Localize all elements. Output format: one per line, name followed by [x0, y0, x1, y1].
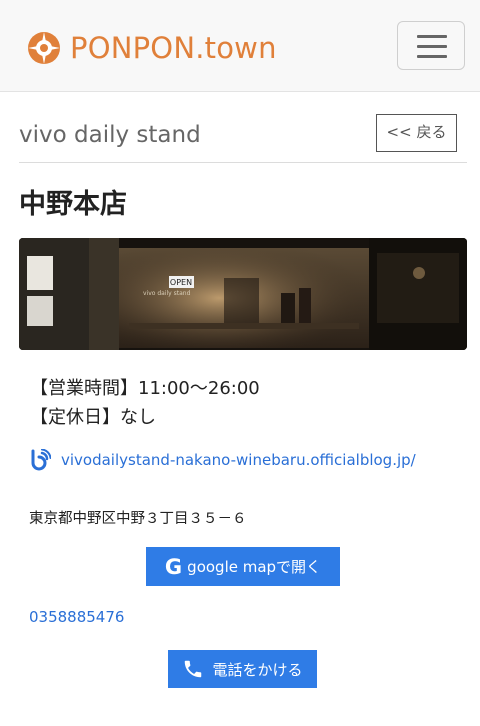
hamburger-icon	[417, 35, 447, 38]
branch-title: 中野本店	[19, 189, 127, 220]
brand-name: PONPON.town	[70, 31, 277, 65]
storefront-photo: OPEN vivo daily stand	[19, 238, 467, 350]
call-button-label: 電話をかける	[212, 660, 303, 679]
google-map-button[interactable]: G google mapで開く	[146, 547, 340, 586]
phone-number-link[interactable]: 0358885476	[29, 608, 124, 626]
blog-link[interactable]: vivodailystand-nakano-winebaru.officialb…	[61, 451, 416, 469]
closed-days: 【定休日】なし	[30, 407, 156, 428]
business-hours-block: 【営業時間】11:00〜26:00 【定休日】なし	[30, 374, 260, 432]
top-navbar: PONPON.town	[0, 0, 480, 92]
ponpon-logo-icon	[28, 32, 60, 64]
window-text: vivo daily stand	[143, 290, 191, 297]
blog-icon	[31, 449, 51, 471]
call-button[interactable]: 電話をかける	[168, 650, 317, 688]
google-map-button-label: google mapで開く	[187, 558, 322, 576]
shop-name: vivo daily stand	[19, 122, 201, 148]
divider	[19, 162, 467, 163]
address: 東京都中野区中野３丁目３５－６	[29, 511, 247, 527]
phone-icon	[185, 660, 202, 678]
blog-link-row[interactable]: vivodailystand-nakano-winebaru.officialb…	[29, 449, 416, 471]
business-hours: 【営業時間】11:00〜26:00	[30, 378, 260, 399]
hamburger-menu-button[interactable]	[397, 21, 465, 70]
google-g-icon: G	[164, 554, 183, 579]
back-button[interactable]: << 戻る	[376, 114, 457, 152]
open-sign: OPEN	[170, 278, 192, 287]
brand-logo[interactable]: PONPON.town	[26, 28, 277, 68]
